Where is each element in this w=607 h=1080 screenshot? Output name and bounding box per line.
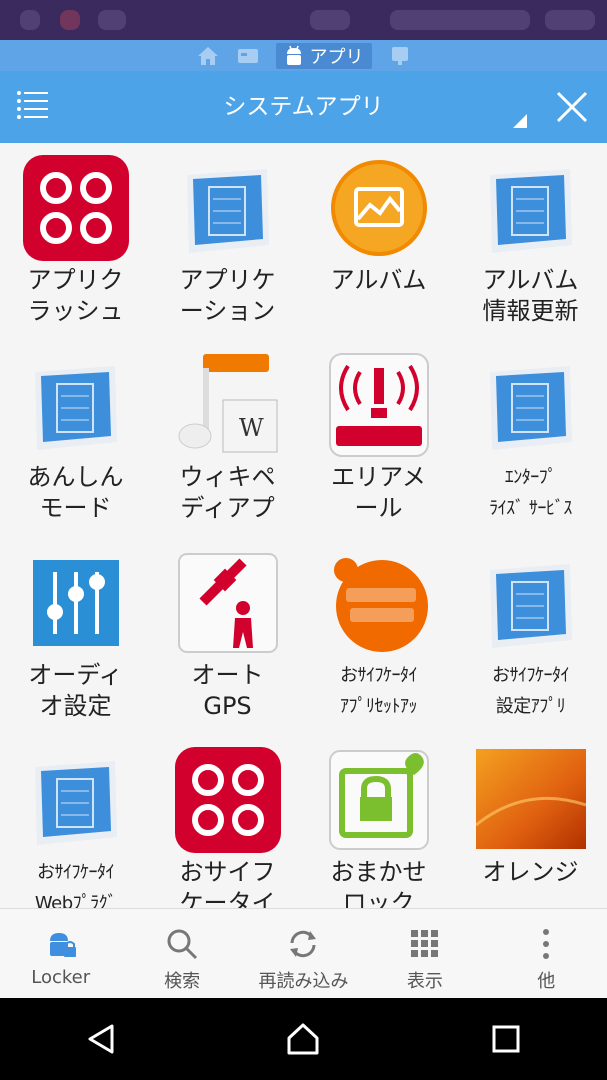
area-mail-icon — [324, 350, 434, 460]
android-icon — [286, 45, 301, 65]
app-label: ｴﾝﾀｰﾌﾟ ﾗｲｽﾞ ｻｰﾋﾞｽ — [489, 467, 572, 519]
menu-icon[interactable] — [16, 89, 56, 125]
audio-settings-icon — [21, 548, 131, 658]
app-item[interactable]: おｻｲﾌｹｰﾀｲ ｱﾌﾟﾘｾｯﾄｱｯ — [303, 538, 454, 722]
search-button[interactable]: 検索 — [121, 909, 242, 999]
app-grid: アプリク ラッシュ アプリケ ーション アルバム アルバム 情報更新 あんしん … — [0, 143, 607, 908]
app-label: オレンジ — [482, 858, 579, 886]
tab-apps[interactable]: アプリ — [275, 42, 372, 69]
album-icon — [324, 153, 434, 263]
app-label: おｻｲﾌｹｰﾀｲ Webﾌﾟﾗｸﾞ — [34, 862, 117, 908]
app-item[interactable]: ｴﾝﾀｰﾌﾟ ﾗｲｽﾞ ｻｰﾋﾞｽ — [455, 340, 606, 524]
app-header: システムアプリ — [0, 71, 607, 143]
app-label: アルバム — [330, 266, 427, 294]
reload-button[interactable]: 再読み込み — [243, 909, 364, 999]
dropdown-corner-icon — [513, 114, 527, 128]
wikipedia-music-icon: W — [173, 350, 283, 460]
locker-label: Locker — [31, 967, 91, 988]
app-item[interactable]: エリアメ ール — [303, 340, 454, 524]
refresh-icon — [290, 930, 317, 958]
android-lock-icon — [49, 933, 76, 957]
bottom-toolbar: Locker 検索 再読み込み 表示 他 — [0, 908, 607, 998]
search-label: 検索 — [164, 971, 201, 992]
app-item[interactable]: オレンジ — [455, 735, 606, 888]
storage-icon[interactable] — [236, 44, 260, 68]
home-icon[interactable] — [196, 44, 220, 68]
blueprint-icon — [173, 153, 283, 263]
network-icon[interactable] — [388, 44, 412, 68]
app-label: おサイフ ケータイ — [179, 858, 276, 908]
app-label: エリアメ ール — [331, 463, 426, 522]
app-item[interactable]: おｻｲﾌｹｰﾀｲ 設定ｱﾌﾟﾘ — [455, 538, 606, 722]
app-item[interactable]: オート GPS — [152, 538, 303, 722]
app-item[interactable]: おｻｲﾌｹｰﾀｲ Webﾌﾟﾗｸﾞ — [0, 735, 151, 908]
navigation-bar — [0, 998, 607, 1080]
blueprint-icon — [476, 548, 586, 658]
app-label: アプリク ラッシュ — [27, 266, 124, 325]
view-label: 表示 — [406, 971, 443, 992]
app-label: おｻｲﾌｹｰﾀｲ ｱﾌﾟﾘｾｯﾄｱｯ — [340, 665, 418, 717]
reload-label: 再読み込み — [258, 971, 349, 992]
more-label: 他 — [537, 971, 556, 992]
recents-icon[interactable] — [476, 1009, 536, 1069]
osaifu-keitai-icon — [324, 548, 434, 658]
app-item[interactable]: アルバム — [303, 143, 454, 296]
blueprint-icon — [21, 350, 131, 460]
status-bar — [0, 0, 607, 40]
app-label: あんしん モード — [27, 463, 124, 522]
app-item[interactable]: W ウィキペ ディアプ — [152, 340, 303, 524]
more-button[interactable]: 他 — [486, 909, 607, 999]
orange-wallpaper-icon — [474, 745, 586, 855]
app-label: おｻｲﾌｹｰﾀｲ 設定ｱﾌﾟﾘ — [492, 665, 570, 717]
app-crush-icon — [173, 745, 283, 855]
page-title: システムアプリ — [223, 94, 384, 120]
blueprint-icon — [476, 153, 586, 263]
omakase-lock-icon — [324, 745, 434, 855]
app-label: ウィキペ ディアプ — [179, 463, 276, 522]
app-label: おまかせ ロック — [330, 858, 427, 908]
blueprint-icon — [476, 350, 586, 460]
breadcrumb: アプリ — [0, 40, 607, 71]
app-item[interactable]: おサイフ ケータイ — [152, 735, 303, 908]
app-label: アルバム 情報更新 — [482, 266, 579, 325]
app-label: アプリケ ーション — [179, 266, 276, 325]
app-item[interactable]: あんしん モード — [0, 340, 151, 524]
app-crush-icon — [21, 153, 131, 263]
app-label: オーディ オ設定 — [28, 661, 123, 720]
app-item[interactable]: オーディ オ設定 — [0, 538, 151, 722]
back-icon[interactable] — [71, 1009, 131, 1069]
search-icon — [167, 929, 198, 960]
home-nav-icon[interactable] — [273, 1009, 333, 1069]
locker-button[interactable]: Locker — [0, 909, 121, 999]
grid-icon — [410, 930, 438, 957]
svg-text:W: W — [239, 414, 264, 442]
close-icon[interactable] — [550, 85, 594, 129]
app-item[interactable]: アルバム 情報更新 — [455, 143, 606, 327]
blueprint-icon — [21, 745, 131, 855]
app-label: オート GPS — [191, 661, 264, 720]
more-vertical-icon — [543, 929, 550, 959]
app-item[interactable]: アプリク ラッシュ — [0, 143, 151, 327]
app-item[interactable]: アプリケ ーション — [152, 143, 303, 327]
auto-gps-icon — [173, 548, 283, 658]
app-item[interactable]: おまかせ ロック — [303, 735, 454, 908]
tab-apps-label: アプリ — [309, 46, 364, 68]
view-button[interactable]: 表示 — [364, 909, 485, 999]
